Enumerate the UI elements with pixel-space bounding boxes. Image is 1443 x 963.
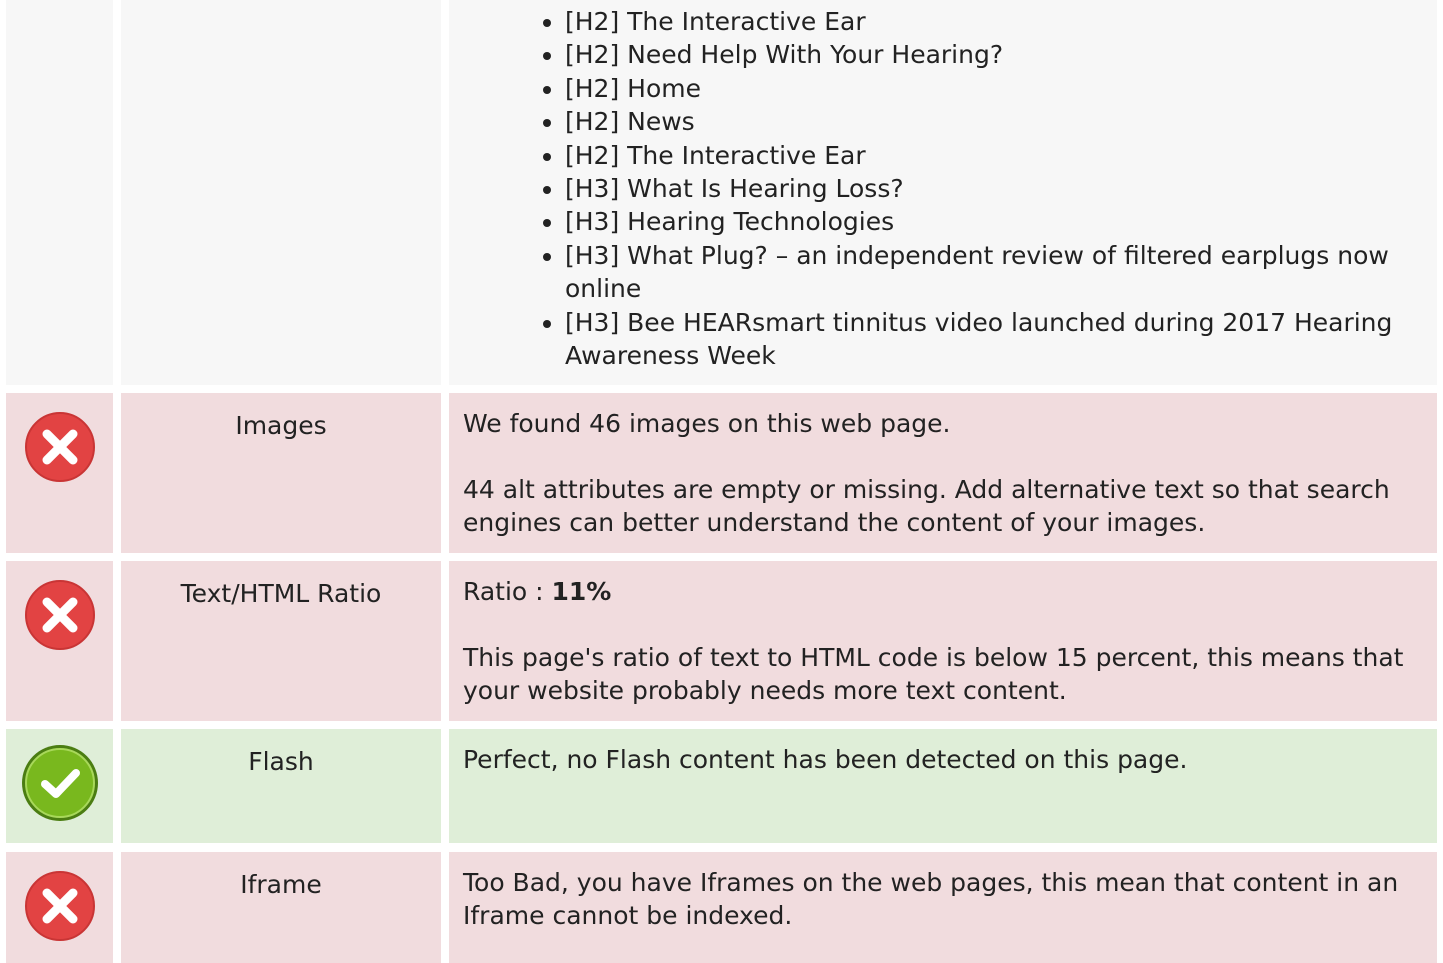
headings-list: [H2] The Interactive Ear [H2] Need Help … bbox=[449, 5, 1437, 372]
row-label: Iframe bbox=[240, 870, 322, 899]
check-icon bbox=[20, 743, 100, 823]
list-item: [H3] What Is Hearing Loss? bbox=[565, 172, 1437, 205]
list-item: [H3] Bee HEARsmart tinnitus video launch… bbox=[565, 306, 1437, 373]
row-label: Flash bbox=[248, 747, 314, 776]
label-cell: Flash bbox=[121, 729, 441, 843]
list-item: [H3] Hearing Technologies bbox=[565, 205, 1437, 238]
flash-row: Flash Perfect, no Flash content has been… bbox=[6, 729, 1437, 843]
images-advice-text: 44 alt attributes are empty or missing. … bbox=[463, 475, 1390, 537]
ratio-prefix: Ratio : bbox=[463, 577, 552, 606]
content-cell: Too Bad, you have Iframes on the web pag… bbox=[449, 852, 1437, 963]
ratio-value-line: Ratio : 11% bbox=[463, 575, 1423, 608]
images-count-text: We found 46 images on this web page. bbox=[463, 409, 951, 438]
status-cell bbox=[6, 561, 113, 721]
row-label: Text/HTML Ratio bbox=[180, 579, 382, 608]
headings-content: [H2] The Interactive Ear [H2] Need Help … bbox=[449, 0, 1437, 385]
status-cell bbox=[6, 393, 113, 553]
ratio-value: 11% bbox=[551, 577, 612, 606]
flash-status-text: Perfect, no Flash content has been detec… bbox=[463, 745, 1188, 774]
label-cell: Iframe bbox=[121, 852, 441, 963]
list-item: [H2] The Interactive Ear bbox=[565, 139, 1437, 172]
ratio-row: Text/HTML Ratio Ratio : 11% This page's … bbox=[6, 561, 1437, 721]
images-row: Images We found 46 images on this web pa… bbox=[6, 393, 1437, 553]
list-item: [H2] The Interactive Ear bbox=[565, 5, 1437, 38]
row-label: Images bbox=[235, 411, 327, 440]
content-cell: Ratio : 11% This page's ratio of text to… bbox=[449, 561, 1437, 721]
label-cell-empty bbox=[121, 0, 441, 385]
list-item: [H2] Need Help With Your Hearing? bbox=[565, 38, 1437, 71]
list-item: [H2] News bbox=[565, 105, 1437, 138]
error-x-icon bbox=[24, 411, 96, 483]
ratio-advice-text: This page's ratio of text to HTML code i… bbox=[463, 643, 1404, 705]
label-cell: Text/HTML Ratio bbox=[121, 561, 441, 721]
status-cell bbox=[6, 852, 113, 963]
error-x-icon bbox=[24, 870, 96, 942]
headings-row: [H2] The Interactive Ear [H2] Need Help … bbox=[6, 0, 1437, 385]
status-cell bbox=[6, 729, 113, 843]
iframe-status-text: Too Bad, you have Iframes on the web pag… bbox=[463, 868, 1399, 930]
error-x-icon bbox=[24, 579, 96, 651]
content-cell: We found 46 images on this web page. 44 … bbox=[449, 393, 1437, 553]
list-item: [H2] Home bbox=[565, 72, 1437, 105]
list-item: [H3] What Plug? – an independent review … bbox=[565, 239, 1437, 306]
content-cell: Perfect, no Flash content has been detec… bbox=[449, 729, 1437, 843]
label-cell: Images bbox=[121, 393, 441, 553]
status-cell-empty bbox=[6, 0, 113, 385]
iframe-row: Iframe Too Bad, you have Iframes on the … bbox=[6, 852, 1437, 963]
